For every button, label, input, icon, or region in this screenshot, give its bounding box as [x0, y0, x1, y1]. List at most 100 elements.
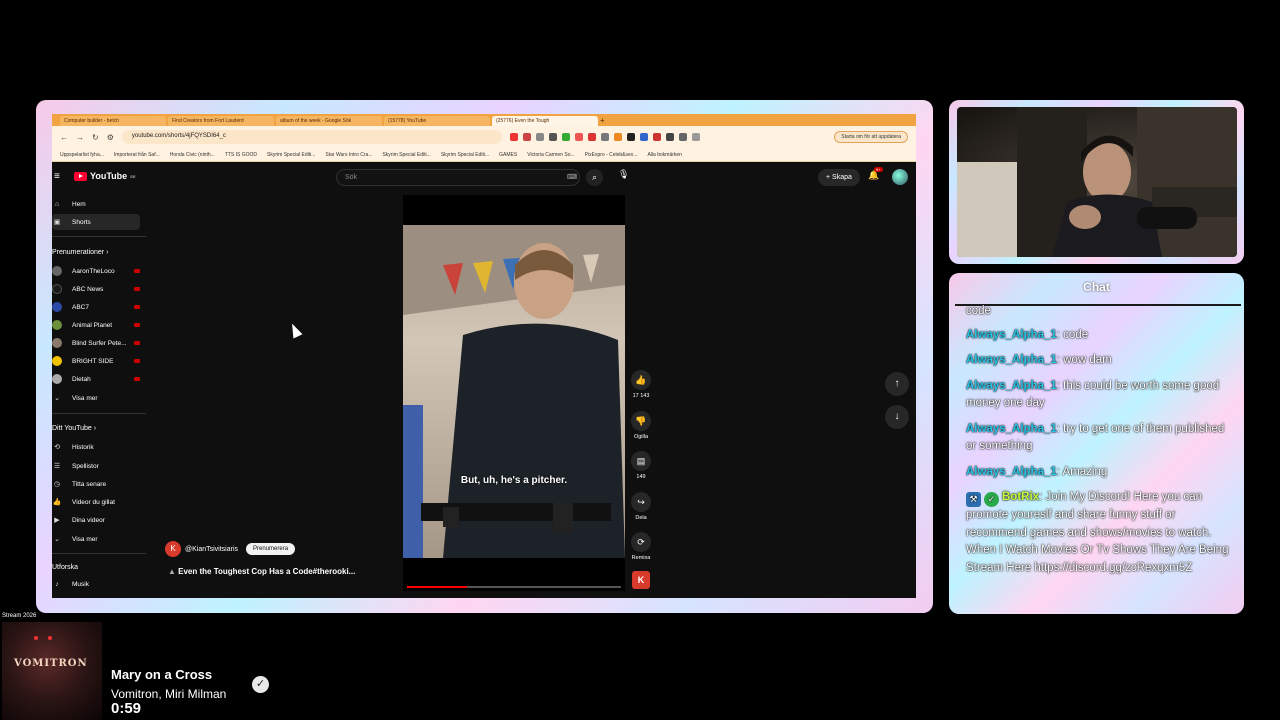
sidebar-item-subscription[interactable]: AaronTheLoco: [52, 263, 140, 279]
browser-tab-active[interactable]: (25776) Even the Tough: [492, 116, 598, 126]
bookmark[interactable]: Skyrim Special Editi...: [382, 152, 430, 158]
extension-icon[interactable]: [600, 133, 609, 141]
dislike-button[interactable]: 👎 Ogilla: [628, 411, 654, 440]
extension-icon[interactable]: [691, 133, 700, 141]
sidebar-item-home[interactable]: ⌂ Hem: [52, 196, 140, 212]
new-tab-button[interactable]: +: [600, 116, 614, 126]
notification-badge: 9+: [874, 167, 883, 172]
search-input[interactable]: Sök: [336, 169, 580, 186]
bookmark[interactable]: TTS IS GOOD: [225, 152, 257, 158]
sidebar-item-subscription[interactable]: ABC News: [52, 281, 140, 297]
bookmark[interactable]: Victoria Carmen So...: [527, 152, 574, 158]
you-heading[interactable]: Ditt YouTube ›: [52, 425, 96, 432]
extension-icon[interactable]: [509, 133, 518, 141]
sidebar-item-subscription[interactable]: Dietah: [52, 371, 140, 387]
remix-button[interactable]: ⟳ Remixa: [628, 532, 654, 561]
song-artist: Vomitron, Miri Milman: [111, 687, 227, 701]
bookmark[interactable]: Uppspelarlist fyha...: [60, 152, 104, 158]
video-title[interactable]: ▲ Even the Toughest Cop Has a Code#thero…: [168, 567, 355, 576]
extension-icon[interactable]: [587, 133, 596, 141]
youtube-play-icon: [74, 171, 87, 181]
channel-avatar: [52, 338, 62, 348]
reload-icon[interactable]: ↻: [92, 133, 99, 142]
next-short-button[interactable]: ↓: [885, 405, 909, 429]
bookmark[interactable]: Skyrim Special Editi...: [441, 152, 489, 158]
sidebar-item-subscription[interactable]: ABC7: [52, 299, 140, 315]
extension-icon[interactable]: [678, 133, 687, 141]
sidebar-item-your-videos[interactable]: ▶ Dina videor: [52, 512, 140, 528]
bookmark[interactable]: Skyrim Special Editi...: [267, 152, 315, 158]
sidebar-divider: [52, 553, 146, 554]
sparkle-icon: ▲: [168, 567, 179, 576]
subscriptions-heading[interactable]: Prenumerationer ›: [52, 249, 108, 256]
bookmark[interactable]: Star Wars Intro Cra...: [325, 152, 372, 158]
all-bookmarks[interactable]: Alla bokmärken: [647, 152, 681, 158]
bookmark[interactable]: GAMES: [499, 152, 517, 158]
account-avatar[interactable]: [892, 169, 908, 185]
share-icon: ↪: [631, 492, 651, 512]
site-info-icon[interactable]: ⚙: [107, 133, 114, 142]
channel-thumbnail[interactable]: K: [632, 571, 650, 589]
create-button[interactable]: + Skapa: [818, 169, 860, 186]
microphone-icon[interactable]: 🎙: [618, 169, 629, 180]
bookmark[interactable]: PixExpro - Celeb&sex...: [585, 152, 638, 158]
chat-username: Always_Alpha_1: [966, 379, 1057, 392]
comments-button[interactable]: ▤ 149: [628, 451, 654, 480]
remix-icon: ⟳: [631, 532, 651, 552]
extension-icon[interactable]: [535, 133, 544, 141]
sidebar-item-subscription[interactable]: Animal Planet: [52, 317, 140, 333]
browser-tab[interactable]: album of the week - Google Sök: [276, 116, 382, 126]
youtube-logo[interactable]: YouTube SE: [74, 171, 136, 181]
share-button[interactable]: ↪ Dela: [628, 492, 654, 521]
shorts-video-player[interactable]: But, uh, he's a pitcher.: [403, 195, 625, 591]
channel-avatar[interactable]: K: [165, 541, 181, 557]
chat-message: Always_Alpha_1: this could be worth some…: [966, 379, 1220, 410]
chevron-down-icon: ⌄: [54, 536, 60, 543]
extension-icon[interactable]: [613, 133, 622, 141]
bookmark[interactable]: Honda Civic (ninth...: [170, 152, 215, 158]
extension-icon[interactable]: [561, 133, 570, 141]
channel-name[interactable]: @KianTsivitsiaris: [185, 546, 238, 553]
restart-to-update-button[interactable]: Starta om för att uppdatera: [834, 131, 908, 143]
sidebar-item-music[interactable]: ♪ Musik: [52, 576, 140, 592]
video-frame: [403, 225, 625, 558]
forward-icon[interactable]: →: [76, 133, 84, 142]
chat-username: BotRix: [1002, 491, 1040, 503]
extension-icon[interactable]: [548, 133, 557, 141]
keyboard-icon[interactable]: ⌨: [567, 173, 577, 181]
extension-icon[interactable]: [652, 133, 661, 141]
sidebar-item-watch-later[interactable]: ◷ Titta senare: [52, 476, 140, 492]
subscribe-button[interactable]: Prenumerera: [246, 543, 296, 555]
bookmark[interactable]: Importerat från Saf...: [114, 152, 160, 158]
chat-message: Always_Alpha_1: Amazing: [966, 465, 1108, 478]
chat-message: Always_Alpha_1: wow dam: [966, 354, 1112, 366]
live-indicator: [134, 323, 140, 327]
sidebar-item-history[interactable]: ⟲ Historik: [52, 439, 140, 455]
extension-icon[interactable]: [665, 133, 674, 141]
sidebar-item-subscription[interactable]: Blind Surfer Pete...: [52, 335, 140, 351]
like-button[interactable]: 👍 17 143: [628, 370, 654, 399]
chat-messages: code Always_Alpha_1: code Always_Alpha_1…: [966, 303, 1230, 585]
browser-tab[interactable]: Find Creators from Fort Lauderd: [168, 116, 274, 126]
sidebar-item-shorts[interactable]: ▣ Shorts: [52, 214, 140, 230]
back-icon[interactable]: ←: [60, 133, 68, 142]
extension-icon[interactable]: [574, 133, 583, 141]
chat-message: Always_Alpha_1: try to get one of them p…: [966, 422, 1225, 453]
explore-heading: Utforska: [52, 564, 79, 571]
youtube-sidebar: ⌂ Hem ▣ Shorts Prenumerationer › AaronTheL…: [52, 194, 148, 598]
search-icon[interactable]: ⌕: [586, 169, 603, 186]
sidebar-item-playlists[interactable]: ☰ Spellistor: [52, 458, 140, 474]
browser-tab[interactable]: (15778) YouTube: [384, 116, 490, 126]
menu-icon[interactable]: ≡: [54, 171, 60, 182]
sidebar-item-subscription[interactable]: BRIGHT SIDE: [52, 353, 140, 369]
video-progress-bar[interactable]: [407, 586, 621, 588]
browser-tab[interactable]: Computer builder - betch: [60, 116, 166, 126]
sidebar-show-more[interactable]: ⌄ Visa mer: [52, 531, 140, 547]
extension-icon[interactable]: [626, 133, 635, 141]
sidebar-show-more[interactable]: ⌄ Visa mer: [52, 390, 140, 406]
sidebar-item-liked-videos[interactable]: 👍 Videor du gillat: [52, 494, 140, 510]
url-field[interactable]: youtube.com/shorts/4jFQYSDI64_c: [121, 130, 502, 144]
extension-icon[interactable]: [639, 133, 648, 141]
previous-short-button[interactable]: ↑: [885, 372, 909, 396]
extension-icon[interactable]: [522, 133, 531, 141]
